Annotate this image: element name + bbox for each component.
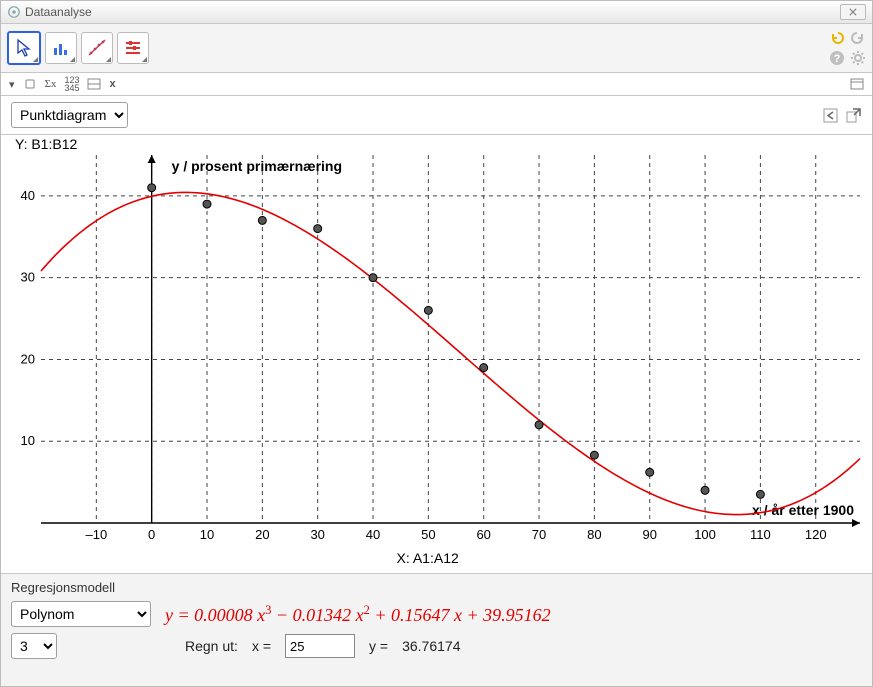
svg-text:X: A1:A12: X: A1:A12 <box>397 550 459 566</box>
settings-icon[interactable] <box>849 50 866 67</box>
help-icon[interactable]: ? <box>828 50 845 67</box>
svg-text:40: 40 <box>21 188 35 203</box>
eval-x-input[interactable] <box>285 634 355 658</box>
svg-text:90: 90 <box>642 527 656 542</box>
app-icon <box>7 5 21 19</box>
panel-back-icon[interactable] <box>822 107 839 124</box>
svg-text:50: 50 <box>421 527 435 542</box>
window-title: Dataanalyse <box>25 5 840 19</box>
regression-model-select[interactable]: Polynom <box>11 601 151 627</box>
tool-two-var-stats[interactable] <box>81 32 113 64</box>
regression-title: Regresjonsmodell <box>11 580 862 595</box>
svg-text:20: 20 <box>255 527 269 542</box>
eval-label: Regn ut: <box>185 638 238 654</box>
subbar-collapse-icon[interactable] <box>850 78 864 90</box>
scatter-plot[interactable]: –10 0 10 20 30 40 50 60 70 80 90 100 110 120 10 20 30 40 y… <box>1 135 872 573</box>
subbar-x-icon[interactable]: x <box>109 78 115 90</box>
regression-panel: Regresjonsmodell Polynom y = 0.00008 x3 … <box>1 573 872 686</box>
tool-pointer[interactable] <box>7 31 41 65</box>
svg-text:?: ? <box>833 53 840 65</box>
svg-text:30: 30 <box>310 527 324 542</box>
window: Dataanalyse <box>0 0 873 687</box>
subbar-sigma-icon[interactable]: Σx <box>45 78 57 90</box>
eval-y-label: y = <box>369 638 388 654</box>
svg-text:80: 80 <box>587 527 601 542</box>
svg-text:0: 0 <box>148 527 155 542</box>
svg-text:40: 40 <box>366 527 380 542</box>
toolbar-right: ? <box>828 30 866 67</box>
subbar-menu-icon[interactable]: ▾ <box>9 78 15 91</box>
svg-text:Y: B1:B12: Y: B1:B12 <box>15 136 77 152</box>
subbar-data-icon[interactable] <box>23 77 37 91</box>
regression-equation: y = 0.00008 x3 − 0.01342 x2 + 0.15647 x … <box>165 603 551 626</box>
svg-text:20: 20 <box>21 351 35 366</box>
toolbar: ? <box>1 24 872 73</box>
undo-icon[interactable] <box>828 30 845 47</box>
tool-one-var-stats[interactable] <box>45 32 77 64</box>
chart-type-bar: Punktdiagram <box>1 96 872 135</box>
svg-text:y / prosent primærnæring: y / prosent primærnæring <box>172 158 342 174</box>
regression-degree-select[interactable]: 3 <box>11 633 57 659</box>
panel-popout-icon[interactable] <box>845 107 862 124</box>
window-close-button[interactable] <box>840 4 866 20</box>
tool-multi-var-stats[interactable] <box>117 32 149 64</box>
svg-text:30: 30 <box>21 270 35 285</box>
eval-x-label: x = <box>252 638 271 654</box>
eval-y-output: 36.76174 <box>402 638 482 654</box>
subbar: ▾ Σx 123345 x <box>1 73 872 96</box>
svg-text:100: 100 <box>694 527 716 542</box>
redo-icon[interactable] <box>849 30 866 47</box>
svg-text:10: 10 <box>200 527 214 542</box>
subbar-table-icon[interactable] <box>87 78 101 90</box>
svg-text:x / år etter 1900: x / år etter 1900 <box>752 502 854 518</box>
svg-text:60: 60 <box>476 527 490 542</box>
svg-text:70: 70 <box>532 527 546 542</box>
svg-text:10: 10 <box>21 433 35 448</box>
svg-text:110: 110 <box>750 527 771 542</box>
titlebar: Dataanalyse <box>1 1 872 24</box>
subbar-numbers-icon[interactable]: 123345 <box>64 76 79 92</box>
svg-text:–10: –10 <box>85 527 107 542</box>
svg-text:120: 120 <box>805 527 827 542</box>
chart-type-select[interactable]: Punktdiagram <box>11 102 128 128</box>
